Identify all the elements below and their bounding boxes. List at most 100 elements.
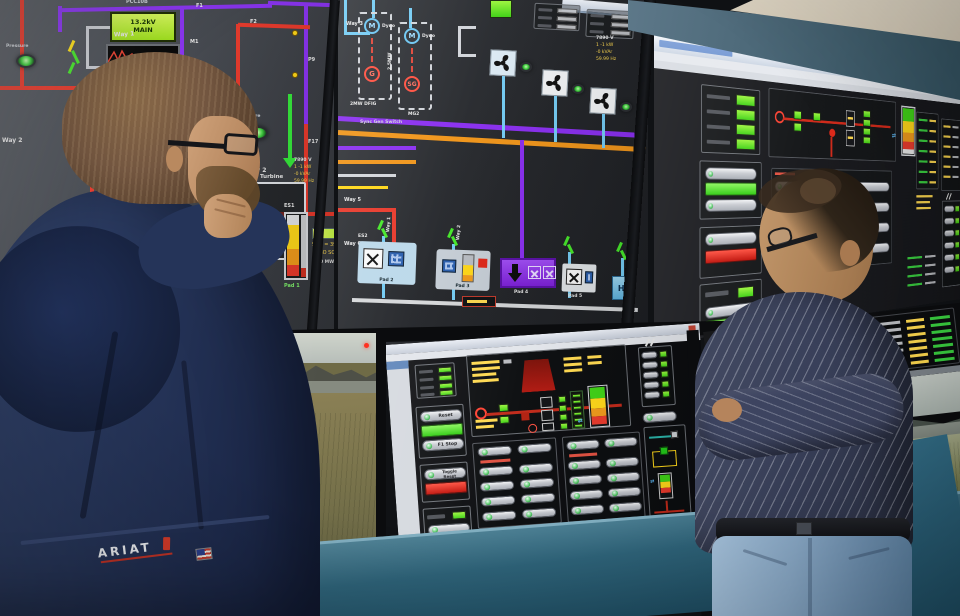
pill-button <box>858 222 890 233</box>
pill-button <box>477 445 512 456</box>
motor-icon: M <box>364 18 380 34</box>
telemetry-value: 1 -1 kW <box>294 165 311 170</box>
button-grid <box>472 437 562 529</box>
sync-generator-icon: SG <box>404 76 420 92</box>
green-switch-icon <box>660 447 669 456</box>
status-text-rows <box>907 250 959 300</box>
reset-button: Reset <box>420 409 463 423</box>
pill-button <box>571 504 605 515</box>
way-label: Way 5 <box>344 198 361 204</box>
mg2-label: MG2 <box>408 112 419 117</box>
generator-icon: G <box>364 66 380 82</box>
toggle-reset-button: Toggle Reset <box>424 467 467 481</box>
pill-button <box>519 463 554 474</box>
device-label: F17 <box>308 140 318 146</box>
rating-label: 2.5MW <box>388 53 393 70</box>
pill-button <box>522 507 557 518</box>
button-grid <box>562 431 646 522</box>
pill-button <box>643 381 659 389</box>
data-table <box>533 3 580 31</box>
pill-button <box>775 204 813 215</box>
red-button <box>425 481 468 496</box>
data-table <box>941 118 960 190</box>
battery-bank-icon <box>388 251 405 267</box>
main-breaker-reading: 17.8 MW <box>124 72 151 78</box>
pill-button <box>858 182 890 192</box>
pill-button <box>643 371 659 379</box>
motor-letter: M <box>369 22 376 30</box>
bus-label: PCC10B <box>126 0 148 6</box>
pill-button <box>517 443 552 454</box>
device-label: M1 <box>190 40 198 46</box>
es1-label: ES1 <box>284 204 295 210</box>
pill-button <box>944 230 954 237</box>
button-grid <box>771 168 892 274</box>
data-table <box>916 112 938 190</box>
pill-button <box>818 203 853 214</box>
storage-gauge <box>658 472 674 499</box>
pill-button-wide <box>642 411 677 423</box>
pill-button <box>705 231 756 246</box>
pressure-label: Pressure <box>6 44 28 49</box>
status-led <box>620 102 632 112</box>
floor-shadow <box>0 586 240 616</box>
battery-gauge <box>587 385 610 428</box>
pill-button <box>521 493 556 504</box>
battery-gauge-es1 <box>284 212 308 280</box>
device-label: F1 <box>196 4 203 10</box>
fan-icon <box>541 69 568 96</box>
telemetry-value: -0 kVAr <box>294 172 310 177</box>
pressure-label: Pressure <box>238 114 260 119</box>
pill-button <box>944 218 954 225</box>
agc-tag <box>462 296 496 307</box>
pill-button <box>705 199 756 212</box>
down-arrow-icon <box>508 273 522 282</box>
hybrid-diagram-panel: ⇄ <box>643 424 691 521</box>
converter-box <box>562 263 597 292</box>
pill-button <box>818 224 853 236</box>
pill-button <box>570 489 604 500</box>
breaker-stack <box>638 345 676 407</box>
es2-converter-box: Pad 2 <box>357 241 416 285</box>
alarm-square <box>478 259 487 268</box>
legend-line: Bus <box>216 187 304 197</box>
pill-button <box>944 206 954 213</box>
button-group <box>700 160 762 219</box>
pill-button <box>641 351 657 359</box>
waveform-scope <box>106 44 180 70</box>
status-led <box>248 126 268 140</box>
screen-grid-middle: M Dyno G 2MW DFIG M Dyno SG MG2 2.5MW Sy… <box>338 0 648 352</box>
one-line-panel <box>769 88 896 162</box>
way-label: Way 3 <box>346 22 363 28</box>
stop-button: F1 Stop <box>422 438 465 452</box>
button-group: Toggle Reset <box>419 462 470 503</box>
telemetry-value: 59.99 Hz <box>596 57 616 62</box>
data-table <box>712 332 779 373</box>
converter-icon <box>543 266 556 279</box>
telemetry-value: -0 kVAr <box>596 50 612 55</box>
pill-button <box>644 391 660 399</box>
interlock-icon <box>528 424 538 434</box>
telemetry-value: 1 -1 kW <box>596 43 613 48</box>
control-room-photo: PCC10B 13.2kV MAIN 17.8 MW LC_1418 Press… <box>0 0 960 616</box>
telemetry-value: 7890 V <box>294 158 312 163</box>
status-led <box>572 84 584 94</box>
way-label: Way 3 <box>96 148 116 155</box>
turbine-label: Turbine <box>260 174 283 180</box>
pad-label: Pad 4 <box>514 290 528 295</box>
sg-letters: SG <box>407 81 416 88</box>
pill-button <box>775 248 813 261</box>
fan-icon <box>589 87 616 114</box>
pill-button <box>481 495 516 506</box>
es3-storage-box: Pad 3 <box>435 249 490 291</box>
data-table <box>585 9 634 39</box>
storage-gauge <box>462 254 475 282</box>
dyno-label: Dyno <box>382 24 395 29</box>
pad-label: Pad 3 <box>435 283 489 290</box>
green-button <box>705 182 756 195</box>
pill-button <box>818 182 853 192</box>
green-button <box>421 423 464 438</box>
rec-indicator <box>364 343 369 348</box>
screen-grid-left: PCC10B 13.2kV MAIN 17.8 MW LC_1418 Press… <box>0 0 334 345</box>
es1-pad-label: Pad 1 <box>284 284 300 290</box>
